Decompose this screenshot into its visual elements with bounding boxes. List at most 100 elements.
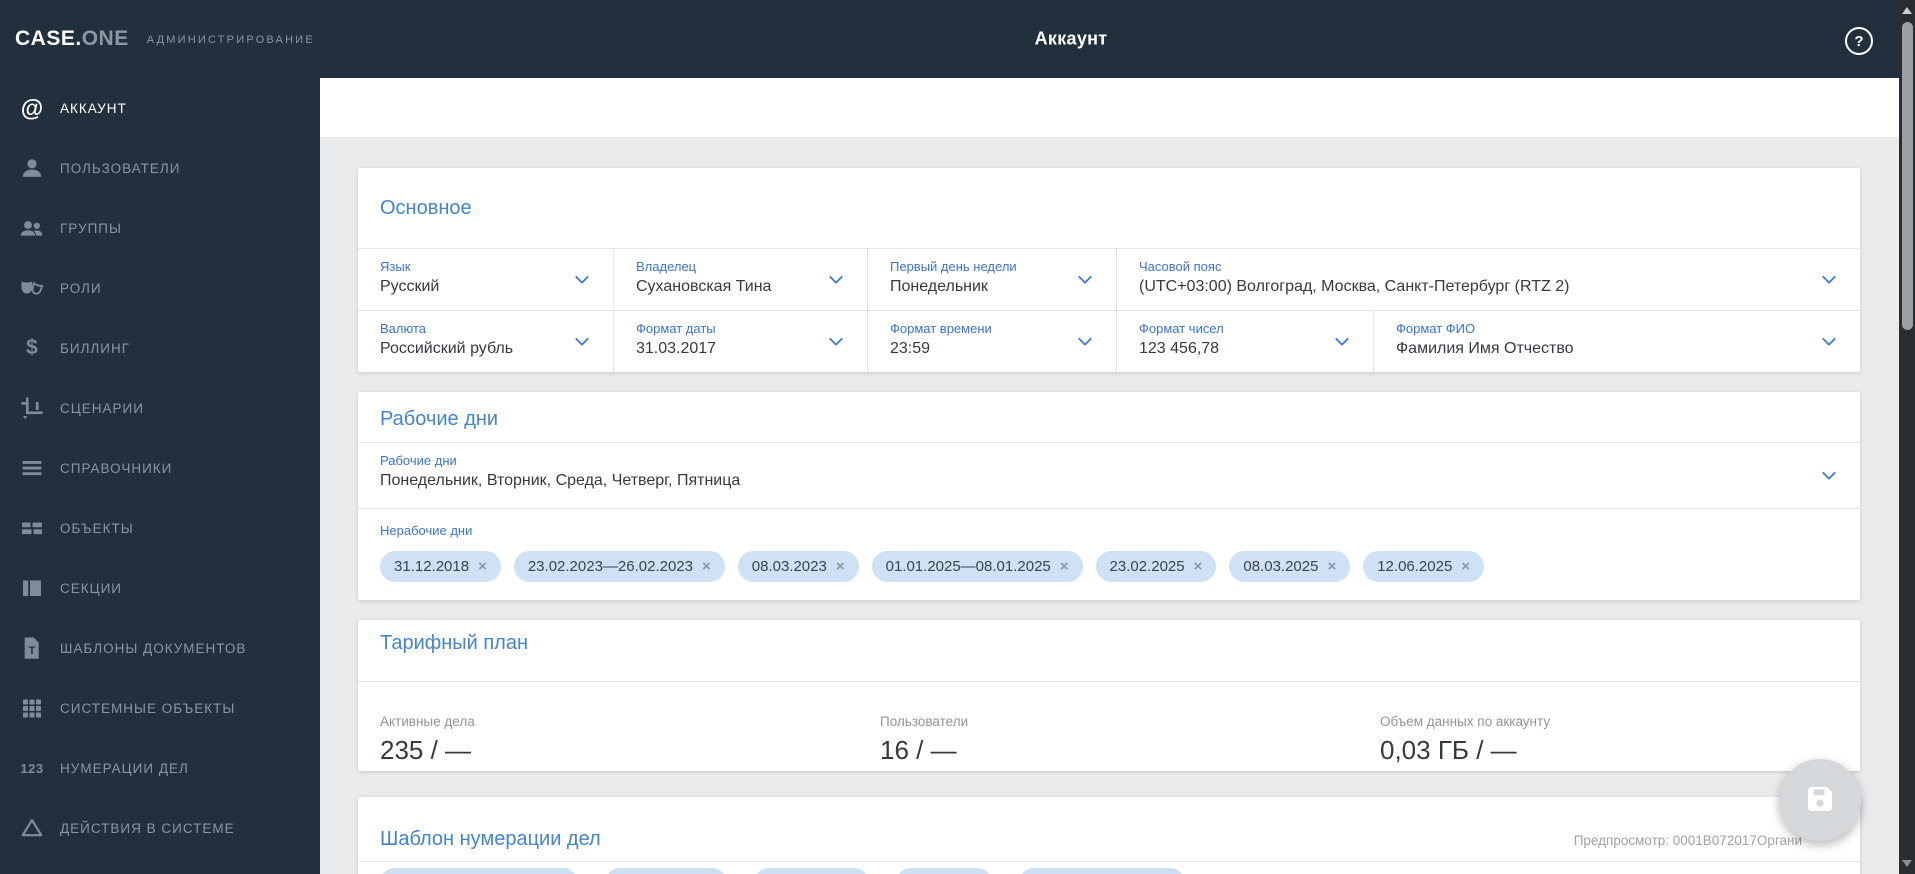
chevron-down-icon — [574, 331, 590, 346]
masks-icon — [18, 274, 46, 302]
sidebar-item-directories[interactable]: СПРАВОЧНИКИ — [0, 438, 320, 498]
logo: CASE.ONE — [15, 27, 129, 51]
numbering-section: Шаблон нумерации дел Предпросмотр: 0001B… — [358, 797, 1860, 874]
brand[interactable]: CASE.ONE АДМИНИСТРИРОВАНИЕ — [15, 0, 315, 78]
chevron-down-icon — [1821, 331, 1837, 346]
field-name-format[interactable]: Формат ФИО Фамилия Имя Отчество — [1373, 311, 1860, 372]
template-chip[interactable] — [896, 868, 992, 874]
tariff-section: Тарифный план Активные дела 235 / — Поль… — [358, 620, 1860, 771]
scroll-up-arrow-icon[interactable] — [1902, 7, 1912, 14]
sidebar-item-account[interactable]: @ АККАУНТ — [0, 78, 320, 138]
sidebar-item-document-templates[interactable]: T ШАБЛОНЫ ДОКУМЕНТОВ — [0, 618, 320, 678]
remove-icon[interactable]: × — [702, 558, 711, 575]
help-button[interactable]: ? — [1845, 27, 1873, 55]
template-chip[interactable] — [754, 868, 869, 874]
numbering-head: Шаблон нумерации дел Предпросмотр: 0001B… — [358, 797, 1860, 862]
sidebar-item-system-actions[interactable]: ДЕЙСТВИЯ В СИСТЕМЕ — [0, 798, 320, 858]
remove-icon[interactable]: × — [836, 558, 845, 575]
date-chip[interactable]: 23.02.2025 × — [1095, 551, 1217, 582]
general-section: Основное Язык Русский Владелец Сухановск… — [358, 168, 1860, 372]
grid-icon — [18, 694, 46, 722]
field-owner[interactable]: Владелец Сухановская Тина — [613, 249, 867, 310]
non-working-days-chips: 31.12.2018 × 23.02.2023—26.02.2023 × 08.03… — [380, 551, 1838, 582]
date-chip[interactable]: 31.12.2018 × — [380, 551, 501, 582]
document-icon: T — [18, 634, 46, 662]
crop-icon — [18, 394, 46, 422]
svg-text:T: T — [29, 645, 36, 657]
user-icon — [18, 154, 46, 182]
content-header-band — [320, 78, 1899, 137]
save-button[interactable] — [1779, 759, 1861, 841]
field-number-format[interactable]: Формат чисел 123 456,78 — [1116, 311, 1373, 372]
template-chip[interactable] — [1019, 868, 1185, 874]
blocks-icon — [18, 514, 46, 542]
date-chip[interactable]: 01.01.2025—08.01.2025 × — [871, 551, 1083, 582]
chevron-down-icon — [1821, 269, 1837, 284]
triangle-icon — [18, 814, 46, 842]
chevron-down-icon — [574, 269, 590, 284]
section-title: Основное — [380, 197, 472, 219]
sidebar-item-label: СЕКЦИИ — [60, 580, 123, 596]
page-title: Аккаунт — [1034, 28, 1108, 49]
sidebar-item-roles[interactable]: РОЛИ — [0, 258, 320, 318]
field-working-days[interactable]: Рабочие дни Понедельник, Вторник, Среда,… — [358, 442, 1860, 508]
sidebar-item-system-objects[interactable]: СИСТЕМНЫЕ ОБЪЕКТЫ — [0, 678, 320, 738]
general-row-2: Валюта Российский рубль Формат даты 31.0… — [358, 310, 1860, 372]
at-icon: @ — [20, 94, 44, 121]
date-chip[interactable]: 12.06.2025 × — [1363, 551, 1485, 582]
numbers-icon: 123 — [20, 760, 44, 776]
chevron-down-icon — [828, 331, 844, 346]
list-icon — [18, 454, 46, 482]
app-root: CASE.ONE АДМИНИСТРИРОВАНИЕ Аккаунт ? @ А… — [0, 0, 1915, 874]
date-chip[interactable]: 08.03.2025 × — [1229, 551, 1351, 582]
sidebar: @ АККАУНТ ПОЛЬЗОВАТЕЛИ ГРУППЫ РОЛИ $ БИЛ… — [0, 78, 320, 874]
columns-icon — [18, 574, 46, 602]
scrollbar[interactable] — [1899, 0, 1915, 874]
remove-icon[interactable]: × — [1060, 558, 1069, 575]
non-working-days-block: Нерабочие дни 31.12.2018 × 23.02.2023—26.… — [358, 508, 1860, 600]
field-date-format[interactable]: Формат даты 31.03.2017 — [613, 311, 867, 372]
template-chip[interactable] — [380, 868, 578, 874]
top-header: CASE.ONE АДМИНИСТРИРОВАНИЕ Аккаунт ? — [0, 0, 1899, 78]
sidebar-item-label: ДЕЙСТВИЯ В СИСТЕМЕ — [60, 820, 235, 836]
users-icon — [18, 214, 46, 242]
field-language[interactable]: Язык Русский — [358, 249, 613, 310]
chevron-down-icon — [1821, 465, 1837, 480]
field-timezone[interactable]: Часовой пояс (UTC+03:00) Волгоград, Моск… — [1116, 249, 1860, 310]
date-chip[interactable]: 08.03.2023 × — [737, 551, 859, 582]
sidebar-item-groups[interactable]: ГРУППЫ — [0, 198, 320, 258]
remove-icon[interactable]: × — [1327, 558, 1336, 575]
scrollbar-thumb[interactable] — [1901, 22, 1913, 330]
remove-icon[interactable]: × — [1194, 558, 1203, 575]
chevron-down-icon — [828, 269, 844, 284]
sidebar-item-label: НУМЕРАЦИИ ДЕЛ — [60, 760, 189, 776]
stat-users: Пользователи 16 / — — [880, 714, 969, 765]
sidebar-item-label: АККАУНТ — [60, 100, 127, 116]
template-chip[interactable] — [605, 868, 727, 874]
sidebar-item-label: ПОЛЬЗОВАТЕЛИ — [60, 160, 181, 176]
field-currency[interactable]: Валюта Российский рубль — [358, 311, 613, 372]
date-chip[interactable]: 23.02.2023—26.02.2023 × — [513, 551, 725, 582]
sidebar-item-case-numbering[interactable]: 123 НУМЕРАЦИИ ДЕЛ — [0, 738, 320, 798]
admin-label: АДМИНИСТРИРОВАНИЕ — [146, 34, 315, 46]
dollar-icon: $ — [26, 336, 38, 359]
stat-data-volume: Объем данных по аккаунту 0,03 ГБ / — — [1380, 714, 1551, 765]
chevron-down-icon — [1334, 331, 1350, 346]
sidebar-item-users[interactable]: ПОЛЬЗОВАТЕЛИ — [0, 138, 320, 198]
floppy-icon — [1804, 783, 1836, 818]
remove-icon[interactable]: × — [1461, 558, 1470, 575]
tariff-head: Тарифный план — [358, 620, 1860, 682]
field-first-day[interactable]: Первый день недели Понедельник — [867, 249, 1116, 310]
scroll-down-arrow-icon[interactable] — [1902, 860, 1912, 867]
logo-case: CASE. — [15, 27, 82, 50]
sidebar-item-scenarios[interactable]: СЦЕНАРИИ — [0, 378, 320, 438]
sidebar-item-billing[interactable]: $ БИЛЛИНГ — [0, 318, 320, 378]
field-time-format[interactable]: Формат времени 23:59 — [867, 311, 1116, 372]
chevron-down-icon — [1077, 331, 1093, 346]
sidebar-item-label: БИЛЛИНГ — [60, 340, 131, 356]
sidebar-item-label: ГРУППЫ — [60, 220, 122, 236]
sidebar-item-sections[interactable]: СЕКЦИИ — [0, 558, 320, 618]
working-days-section: Рабочие дни Рабочие дни Понедельник, Вто… — [358, 392, 1860, 600]
sidebar-item-objects[interactable]: ОБЪЕКТЫ — [0, 498, 320, 558]
remove-icon[interactable]: × — [478, 558, 487, 575]
